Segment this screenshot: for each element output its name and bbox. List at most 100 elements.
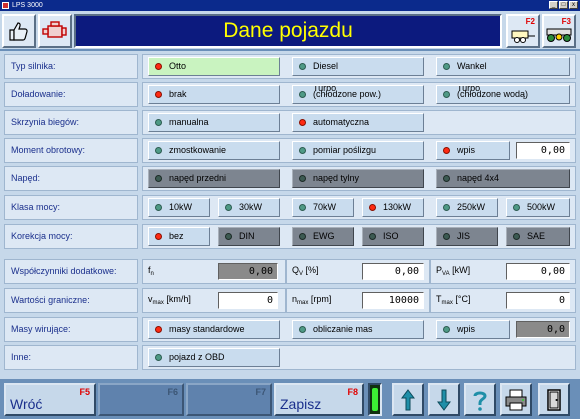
indicator-led bbox=[369, 204, 376, 211]
f7-button[interactable]: F7 bbox=[186, 383, 272, 416]
charging-turbo-air-button[interactable]: Turbo (chłodzone pow.) bbox=[292, 85, 424, 104]
print-button[interactable] bbox=[500, 383, 532, 416]
option-label: brak bbox=[169, 89, 187, 99]
row-label: Współczynniki dodatkowe: bbox=[4, 259, 138, 284]
vmax-label: vmax [km/h] bbox=[148, 294, 191, 306]
option-label: Otto bbox=[169, 61, 187, 71]
function-key-label: F7 bbox=[255, 387, 266, 397]
help-button[interactable] bbox=[464, 383, 496, 416]
engine-icon bbox=[42, 21, 67, 38]
pva-value-input[interactable]: 0,00 bbox=[506, 263, 570, 280]
printer-icon bbox=[505, 389, 527, 410]
indicator-led bbox=[443, 175, 450, 182]
back-button[interactable]: Wróć F5 bbox=[4, 383, 96, 416]
field-name: Q bbox=[292, 265, 300, 275]
option-label: bez bbox=[169, 231, 184, 241]
power-500kw-button[interactable]: 500kW bbox=[506, 198, 570, 217]
fn-label: fn bbox=[148, 265, 154, 277]
row-additional-coefficients: Współczynniki dodatkowe: fn 0,00 QV [%] … bbox=[2, 258, 578, 285]
masses-calculate-button[interactable]: obliczanie mas bbox=[292, 320, 424, 339]
option-label: EWG bbox=[313, 231, 335, 241]
charging-none-button[interactable]: brak bbox=[148, 85, 280, 104]
button-label: Wróć bbox=[10, 396, 43, 412]
correction-din-button[interactable]: DIN bbox=[218, 227, 280, 246]
gearbox-manual-button[interactable]: manualna bbox=[148, 113, 280, 132]
indicator-led bbox=[299, 326, 306, 333]
status-indicator bbox=[368, 383, 382, 416]
correction-jis-button[interactable]: JIS bbox=[436, 227, 498, 246]
engine-button[interactable] bbox=[38, 14, 72, 48]
nmax-value-input[interactable]: 10000 bbox=[362, 292, 424, 309]
engine-diesel-button[interactable]: Diesel bbox=[292, 57, 424, 76]
save-button[interactable]: Zapisz F8 bbox=[274, 383, 364, 416]
torque-slip-measure-button[interactable]: pomiar poślizgu bbox=[292, 141, 424, 160]
maximize-button[interactable]: □ bbox=[559, 1, 568, 9]
trailer-button[interactable]: F2 bbox=[506, 14, 540, 48]
option-label: 70kW bbox=[313, 202, 337, 212]
power-250kw-button[interactable]: 250kW bbox=[436, 198, 498, 217]
correction-ewg-button[interactable]: EWG bbox=[292, 227, 354, 246]
indicator-led bbox=[443, 204, 450, 211]
row-label: Moment obrotowy: bbox=[4, 138, 138, 163]
torque-bridging-button[interactable]: zmostkowanie bbox=[148, 141, 280, 160]
trailer-icon bbox=[511, 30, 535, 43]
indicator-led bbox=[155, 175, 162, 182]
option-label: JIS bbox=[457, 231, 471, 241]
drive-front-button[interactable]: napęd przedni bbox=[148, 169, 280, 188]
function-key-label: F8 bbox=[347, 387, 358, 397]
field-unit: [°C] bbox=[452, 294, 471, 304]
tmax-value-input[interactable]: 0 bbox=[506, 292, 570, 309]
indicator-led bbox=[299, 147, 306, 154]
power-70kw-button[interactable]: 70kW bbox=[292, 198, 354, 217]
drive-rear-button[interactable]: napęd tylny bbox=[292, 169, 424, 188]
vmax-value-input[interactable]: 0 bbox=[218, 292, 278, 309]
status-lamp bbox=[372, 388, 378, 411]
indicator-led bbox=[299, 119, 306, 126]
row-gearbox: Skrzynia biegów: manualna automatyczna bbox=[2, 109, 578, 136]
scroll-up-button[interactable] bbox=[392, 383, 424, 416]
row-engine-type: Typ silnika: Otto Diesel Wankel bbox=[2, 53, 578, 80]
approve-button[interactable] bbox=[2, 14, 36, 48]
torque-entry-button[interactable]: wpis bbox=[436, 141, 510, 160]
power-10kw-button[interactable]: 10kW bbox=[148, 198, 210, 217]
engine-wankel-button[interactable]: Wankel bbox=[436, 57, 570, 76]
vehicle-obd-button[interactable]: pojazd z OBD bbox=[148, 348, 280, 367]
vehicle-rollers-button[interactable]: F3 bbox=[542, 14, 576, 48]
indicator-led bbox=[299, 63, 306, 70]
option-label: wpis bbox=[457, 145, 476, 155]
f6-button[interactable]: F6 bbox=[98, 383, 184, 416]
field-unit: [kW] bbox=[449, 265, 471, 275]
masses-value-input[interactable]: 0,0 bbox=[516, 321, 570, 338]
indicator-led bbox=[155, 354, 162, 361]
engine-otto-button[interactable]: Otto bbox=[148, 57, 280, 76]
row-other: Inne: pojazd z OBD bbox=[2, 344, 578, 371]
scroll-down-button[interactable] bbox=[428, 383, 460, 416]
correction-none-button[interactable]: bez bbox=[148, 227, 210, 246]
power-30kw-button[interactable]: 30kW bbox=[218, 198, 280, 217]
gearbox-automatic-button[interactable]: automatyczna bbox=[292, 113, 424, 132]
field-subscript: max bbox=[297, 300, 309, 306]
qv-value-input[interactable]: 0,00 bbox=[362, 263, 424, 280]
exit-button[interactable] bbox=[538, 383, 570, 416]
masses-standard-button[interactable]: masy standardowe bbox=[148, 320, 280, 339]
correction-sae-button[interactable]: SAE bbox=[506, 227, 570, 246]
option-label: ISO bbox=[383, 231, 399, 241]
correction-iso-button[interactable]: ISO bbox=[362, 227, 424, 246]
torque-value-input[interactable]: 0,00 bbox=[516, 142, 570, 159]
masses-entry-button[interactable]: wpis bbox=[436, 320, 510, 339]
field-unit: [rpm] bbox=[308, 294, 332, 304]
indicator-led bbox=[369, 233, 376, 240]
charging-turbo-water-button[interactable]: Turbo (chłodzone wodą) bbox=[436, 85, 570, 104]
power-130kw-button[interactable]: 130kW bbox=[362, 198, 424, 217]
drive-4x4-button[interactable]: napęd 4x4 bbox=[436, 169, 570, 188]
close-button[interactable]: x bbox=[569, 1, 578, 9]
indicator-led bbox=[513, 204, 520, 211]
field-subscript: max bbox=[441, 300, 453, 306]
fn-value-input[interactable]: 0,00 bbox=[218, 263, 278, 280]
indicator-led bbox=[443, 326, 450, 333]
row-label: Doładowanie: bbox=[4, 82, 138, 107]
option-label: napęd przedni bbox=[169, 173, 227, 183]
function-key-label: F5 bbox=[79, 387, 90, 397]
minimize-button[interactable]: _ bbox=[549, 1, 558, 9]
indicator-led bbox=[443, 147, 450, 154]
